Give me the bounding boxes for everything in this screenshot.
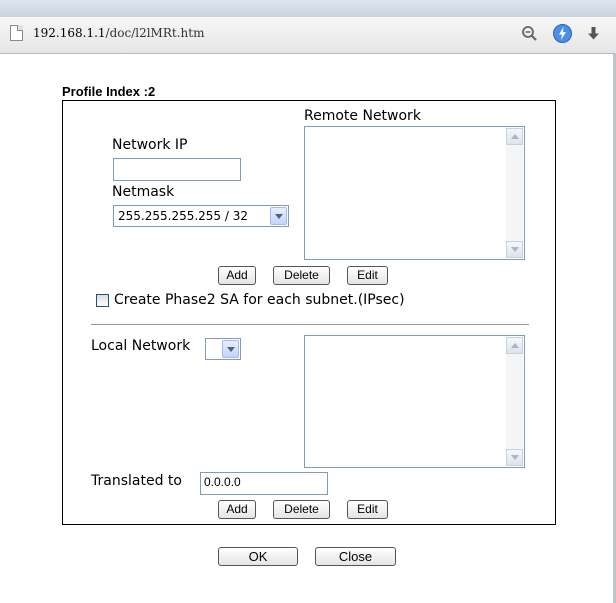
dropdown-arrow-icon[interactable] <box>270 207 287 225</box>
remote-delete-button[interactable]: Delete <box>273 266 330 285</box>
profile-panel: Remote Network Network IP Netmask 255.25… <box>62 100 556 525</box>
remote-edit-button[interactable]: Edit <box>347 266 388 285</box>
remote-add-button[interactable]: Add <box>218 266 256 285</box>
url-path: /doc/l2lMRt.htm <box>105 26 205 40</box>
netmask-select[interactable]: 255.255.255.255 / 32 <box>113 205 289 227</box>
profile-index-label: Profile Index :2 <box>62 84 156 99</box>
netmask-label: Netmask <box>112 184 175 200</box>
translated-to-input[interactable]: 0.0.0.0 <box>200 472 328 495</box>
netmask-selected-value: 255.255.255.255 / 32 <box>118 209 249 223</box>
phase2-checkbox[interactable] <box>96 294 109 307</box>
local-add-button[interactable]: Add <box>218 500 256 519</box>
network-ip-input[interactable] <box>113 158 241 181</box>
translated-to-label: Translated to <box>91 473 182 489</box>
scroll-down-icon[interactable] <box>506 241 523 258</box>
page-icon <box>10 25 23 41</box>
scroll-down-icon[interactable] <box>506 449 523 466</box>
url-text[interactable]: 192.168.1.1/doc/l2lMRt.htm <box>33 26 204 40</box>
bolt-icon[interactable] <box>553 24 572 43</box>
phase2-label: Create Phase2 SA for each subnet.(IPsec) <box>114 292 405 308</box>
scroll-up-icon[interactable] <box>506 128 523 145</box>
search-icon[interactable] <box>521 25 538 42</box>
remote-network-list[interactable] <box>304 126 525 260</box>
address-bar[interactable]: 192.168.1.1/doc/l2lMRt.htm <box>0 17 616 54</box>
section-divider <box>91 324 529 325</box>
local-network-list[interactable] <box>304 335 525 468</box>
download-icon[interactable] <box>585 25 602 42</box>
local-delete-button[interactable]: Delete <box>273 500 330 519</box>
close-button[interactable]: Close <box>315 547 396 566</box>
local-edit-button[interactable]: Edit <box>347 500 388 519</box>
ok-button[interactable]: OK <box>218 547 298 566</box>
window-titlebar <box>0 0 616 17</box>
local-list-scrollbar[interactable] <box>506 337 523 466</box>
local-network-select[interactable] <box>205 338 241 360</box>
url-host: 192.168.1.1 <box>33 26 106 40</box>
network-ip-label: Network IP <box>112 137 188 153</box>
scroll-up-icon[interactable] <box>506 337 523 354</box>
dropdown-arrow-icon[interactable] <box>222 340 239 358</box>
remote-network-title: Remote Network <box>304 108 421 124</box>
local-network-label: Local Network <box>91 338 191 354</box>
remote-list-scrollbar[interactable] <box>506 128 523 258</box>
